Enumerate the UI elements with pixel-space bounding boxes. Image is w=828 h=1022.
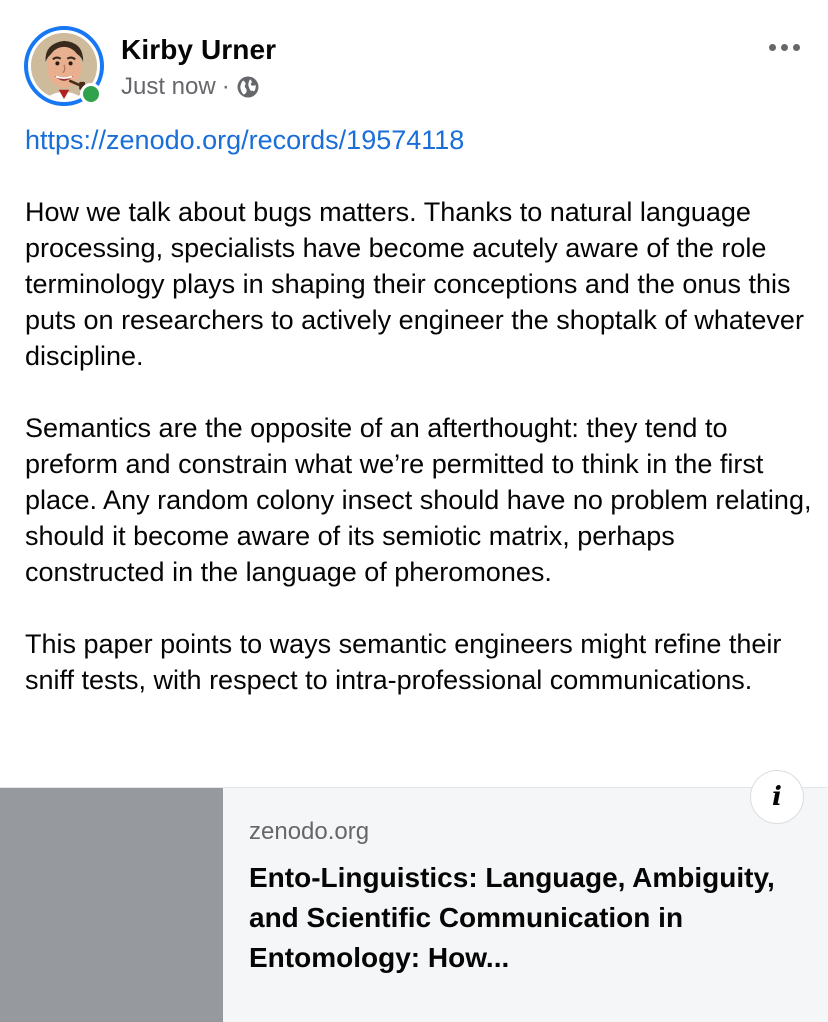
info-icon[interactable]: i <box>750 770 804 824</box>
globe-icon[interactable] <box>236 75 260 99</box>
post-meta: Just now · <box>121 72 260 102</box>
link-preview-card[interactable]: zenodo.org Ento-Linguistics: Language, A… <box>0 787 828 1022</box>
facebook-post: Kirby Urner Just now · https://zenodo.or… <box>0 0 828 1022</box>
post-paragraph-1: How we talk about bugs matters. Thanks t… <box>25 197 804 371</box>
post-link[interactable]: https://zenodo.org/records/19574118 <box>25 122 815 158</box>
online-status-indicator <box>80 83 102 105</box>
post-body: https://zenodo.org/records/19574118 How … <box>25 122 815 698</box>
link-preview-domain: zenodo.org <box>249 818 370 845</box>
author-name[interactable]: Kirby Urner <box>121 34 276 66</box>
link-preview-thumbnail <box>0 788 223 1022</box>
post-paragraph-2: Semantics are the opposite of an afterth… <box>25 413 812 587</box>
meta-separator: · <box>221 73 230 100</box>
post-paragraph-3: This paper points to ways semantic engin… <box>25 629 782 695</box>
more-options-button[interactable] <box>760 30 808 64</box>
post-header: Kirby Urner Just now · <box>0 0 828 120</box>
post-timestamp[interactable]: Just now <box>121 73 216 101</box>
link-preview-title[interactable]: Ento-Linguistics: Language, Ambiguity, a… <box>249 858 809 978</box>
link-preview-text: zenodo.org Ento-Linguistics: Language, A… <box>249 816 809 978</box>
ellipsis-icon <box>768 43 776 51</box>
